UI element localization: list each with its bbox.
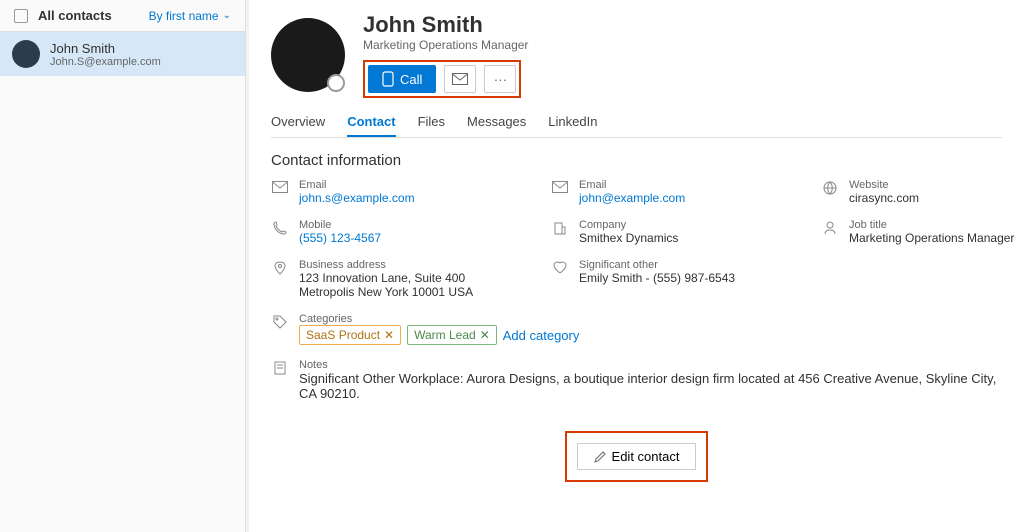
notes-text: Significant Other Workplace: Aurora Desi… xyxy=(299,371,1002,401)
job-title: Marketing Operations Manager xyxy=(363,38,528,52)
all-contacts-label: All contacts xyxy=(38,8,112,23)
tab-files[interactable]: Files xyxy=(418,108,445,137)
call-label: Call xyxy=(400,72,422,87)
category-tag[interactable]: SaaS Product✕ xyxy=(299,325,401,345)
sig-other-value: Emily Smith - (555) 987-6543 xyxy=(579,271,735,285)
field-website: Websitecirasync.com xyxy=(821,179,1024,205)
sidebar-header: All contacts By first name ⌄ xyxy=(0,0,245,32)
tab-messages[interactable]: Messages xyxy=(467,108,526,137)
address-line2: Metropolis New York 10001 USA xyxy=(299,285,473,299)
pencil-icon xyxy=(594,451,606,463)
notes-row: Notes Significant Other Workplace: Auror… xyxy=(271,359,1002,401)
person-icon xyxy=(821,221,839,235)
company-value: Smithex Dynamics xyxy=(579,231,678,245)
field-email1: Emailjohn.s@example.com xyxy=(271,179,531,205)
close-icon[interactable]: ✕ xyxy=(384,328,394,342)
edit-highlight: Edit contact xyxy=(565,431,709,482)
footer: Edit contact xyxy=(271,431,1002,482)
tab-overview[interactable]: Overview xyxy=(271,108,325,137)
envelope-icon xyxy=(271,181,289,193)
actions-highlight: Call ··· xyxy=(363,60,521,98)
heart-icon xyxy=(551,261,569,275)
sort-label: By first name xyxy=(149,9,219,23)
call-button[interactable]: Call xyxy=(368,65,436,93)
envelope-icon xyxy=(551,181,569,193)
field-sig-other: Significant otherEmily Smith - (555) 987… xyxy=(551,259,801,299)
sidebar: All contacts By first name ⌄ John Smith … xyxy=(0,0,246,532)
field-mobile: Mobile(555) 123-4567 xyxy=(271,219,531,245)
field-address: Business address123 Innovation Lane, Sui… xyxy=(271,259,531,299)
address-line1: 123 Innovation Lane, Suite 400 xyxy=(299,271,473,285)
phone-icon xyxy=(382,71,394,87)
avatar-large[interactable] xyxy=(271,18,345,92)
profile-header: John Smith Marketing Operations Manager … xyxy=(271,12,1002,98)
edit-label: Edit contact xyxy=(612,449,680,464)
contact-list-item[interactable]: John Smith John.S@example.com xyxy=(0,32,245,76)
select-all-checkbox[interactable] xyxy=(14,9,28,23)
categories-row: Categories SaaS Product✕ Warm Lead✕ Add … xyxy=(271,313,1002,345)
edit-contact-button[interactable]: Edit contact xyxy=(577,443,697,470)
more-button[interactable]: ··· xyxy=(484,65,516,93)
section-heading: Contact information xyxy=(271,152,1002,169)
info-grid: Emailjohn.s@example.com Emailjohn@exampl… xyxy=(271,179,1002,299)
email-button[interactable] xyxy=(444,65,476,93)
sort-dropdown[interactable]: By first name ⌄ xyxy=(149,9,231,23)
avatar xyxy=(12,40,40,68)
job-value: Marketing Operations Manager xyxy=(849,231,1014,245)
note-icon xyxy=(271,361,289,401)
tab-contact[interactable]: Contact xyxy=(347,108,395,137)
page-title: John Smith xyxy=(363,12,528,38)
email1-value[interactable]: john.s@example.com xyxy=(299,191,415,205)
mobile-value[interactable]: (555) 123-4567 xyxy=(299,231,381,245)
category-tag[interactable]: Warm Lead✕ xyxy=(407,325,497,345)
building-icon xyxy=(551,221,569,235)
email2-value[interactable]: john@example.com xyxy=(579,191,685,205)
add-category-link[interactable]: Add category xyxy=(503,328,580,343)
contact-name: John Smith xyxy=(50,41,161,56)
contact-email: John.S@example.com xyxy=(50,56,161,68)
phone-icon xyxy=(271,221,289,235)
envelope-icon xyxy=(452,73,468,85)
main-panel: John Smith Marketing Operations Manager … xyxy=(246,0,1024,532)
presence-indicator xyxy=(327,74,345,92)
location-icon xyxy=(271,261,289,275)
field-company: CompanySmithex Dynamics xyxy=(551,219,801,245)
tab-linkedin[interactable]: LinkedIn xyxy=(548,108,597,137)
tag-icon xyxy=(271,315,289,329)
close-icon[interactable]: ✕ xyxy=(480,328,490,342)
field-job: Job titleMarketing Operations Manager xyxy=(821,219,1024,245)
chevron-down-icon: ⌄ xyxy=(223,10,231,21)
field-email2: Emailjohn@example.com xyxy=(551,179,801,205)
globe-icon xyxy=(821,181,839,195)
website-value[interactable]: cirasync.com xyxy=(849,191,919,205)
ellipsis-icon: ··· xyxy=(494,72,507,87)
tabs: Overview Contact Files Messages LinkedIn xyxy=(271,108,1002,138)
